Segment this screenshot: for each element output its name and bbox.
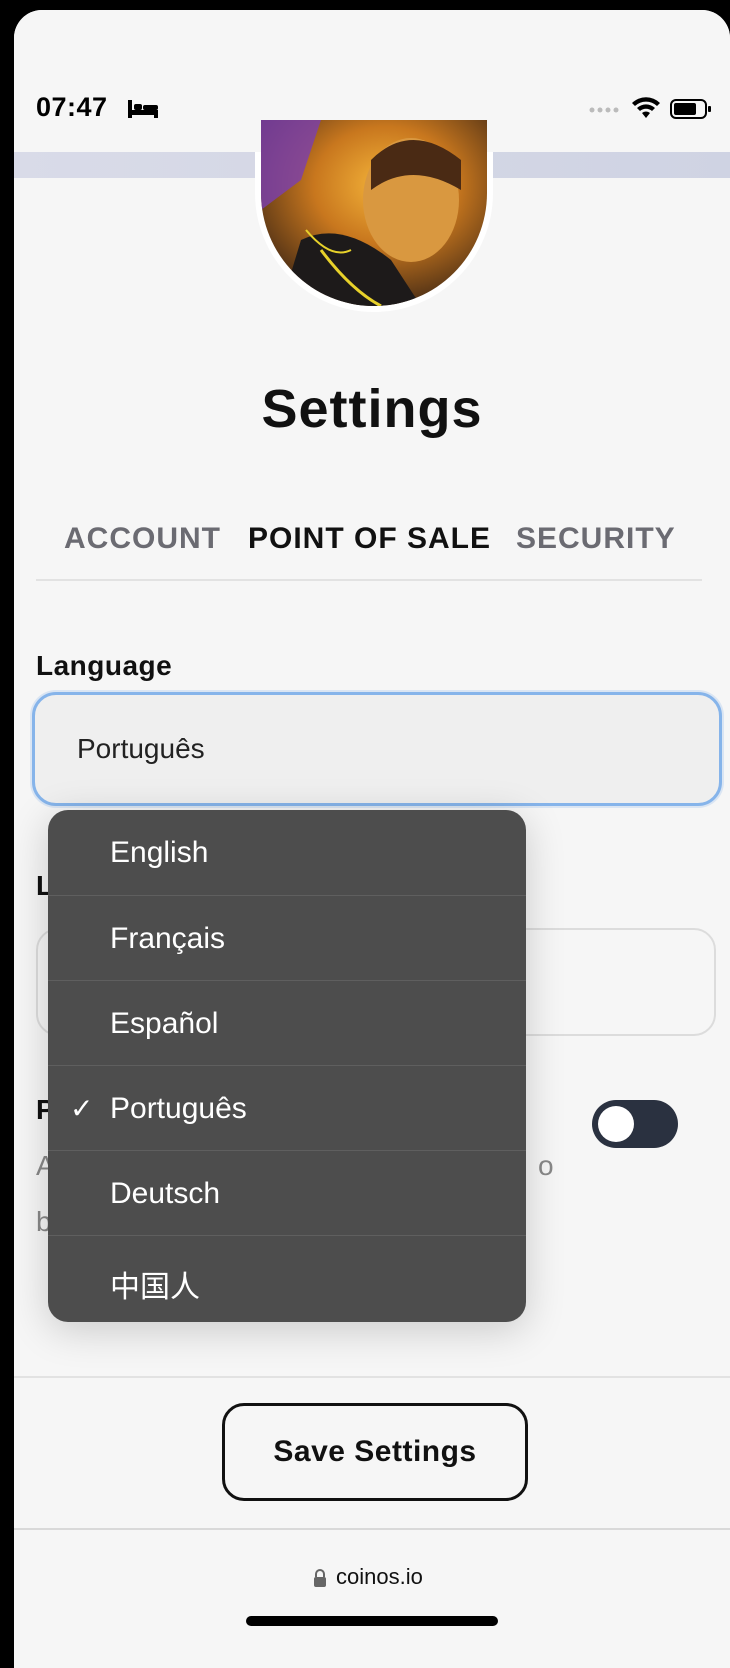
battery-icon: [670, 99, 711, 119]
language-label: Language: [36, 650, 173, 681]
tabs-divider: [36, 579, 702, 581]
tab-point-of-sale[interactable]: POINT OF SALE: [248, 522, 491, 556]
option-label: Español: [110, 1007, 219, 1040]
language-dropdown-menu: English Français Español ✓ Português Deu…: [48, 810, 526, 1322]
url-text[interactable]: coinos.io: [336, 1564, 423, 1590]
option-label: Português: [110, 1092, 247, 1125]
language-select-value: Português: [77, 733, 205, 764]
language-option-portuguese[interactable]: ✓ Português: [48, 1066, 526, 1151]
language-select[interactable]: Português: [32, 692, 722, 806]
tab-security[interactable]: SECURITY: [516, 522, 676, 556]
obscured-row-description-trailing: o: [538, 1150, 554, 1181]
language-option-german[interactable]: Deutsch: [48, 1151, 526, 1236]
cellular-signal-icon: [589, 107, 619, 113]
phone-screen: 07:47 Settings ACCOUNT POINT OF SALE SEC…: [14, 10, 730, 1668]
save-settings-button[interactable]: Save Settings: [222, 1403, 528, 1501]
option-label: English: [110, 836, 209, 869]
settings-tabs: ACCOUNT POINT OF SALE SECURITY: [50, 522, 730, 566]
checkmark-icon: ✓: [70, 1093, 94, 1124]
lock-icon: [314, 1569, 326, 1587]
tab-account[interactable]: ACCOUNT: [64, 522, 221, 556]
option-label: Deutsch: [110, 1177, 221, 1210]
option-label: Français: [110, 922, 226, 955]
language-option-spanish[interactable]: Español: [48, 981, 526, 1066]
option-label: 中国人: [110, 1271, 200, 1304]
footer-divider: [14, 1376, 730, 1378]
status-time: 07:47: [36, 92, 108, 122]
wifi-icon: [632, 97, 660, 118]
language-option-chinese[interactable]: 中国人: [48, 1236, 526, 1321]
language-option-english[interactable]: English: [48, 810, 526, 895]
language-option-french[interactable]: Français: [48, 896, 526, 981]
page-title: Settings: [261, 379, 483, 439]
toggle-knob: [598, 1106, 634, 1142]
setting-toggle[interactable]: [592, 1100, 678, 1148]
home-indicator[interactable]: [246, 1616, 498, 1626]
browser-address-bar: coinos.io: [14, 1528, 730, 1668]
sleep-focus-icon: [128, 100, 158, 118]
